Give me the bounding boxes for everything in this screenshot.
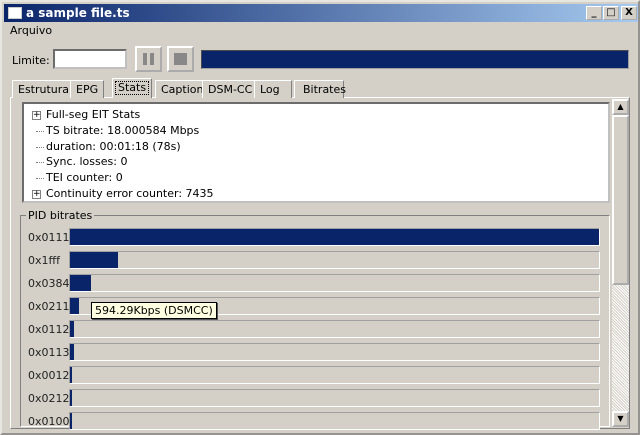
pid-label: 0x0012 [28, 369, 70, 382]
stats-tree-item[interactable]: TEI counter: 0 [30, 170, 608, 186]
pid-row: 0x1fff [28, 251, 600, 273]
stats-tree[interactable]: + Full-seg EIT Stats TS bitrate: 18.000584… [22, 102, 610, 203]
scroll-up-icon[interactable]: ▲ [612, 99, 629, 115]
stats-tree-item[interactable]: + Full-seg EIT Stats [30, 107, 608, 123]
minimize-button[interactable]: _ [586, 6, 602, 20]
stop-button[interactable] [167, 46, 194, 72]
pid-label: 0x0112 [28, 323, 70, 336]
expand-icon[interactable]: + [32, 111, 41, 120]
pid-bitrate-bar[interactable] [69, 320, 600, 338]
pid-bitrate-fill [70, 229, 599, 245]
pid-bitrate-fill [70, 275, 92, 291]
menu-arquivo[interactable]: Arquivo [10, 24, 52, 37]
scroll-down-icon[interactable]: ▼ [612, 411, 629, 427]
bitrate-tooltip: 594.29Kbps (DSMCC) [91, 302, 217, 319]
pid-row: 0x0100 [28, 412, 600, 434]
pid-bitrate-bar[interactable] [69, 274, 600, 292]
stats-tree-item[interactable]: duration: 00:01:18 (78s) [30, 139, 608, 155]
tab-log[interactable]: Log [254, 80, 292, 98]
stats-item-label: duration: 00:01:18 (78s) [46, 139, 181, 153]
pid-bitrate-bar[interactable] [69, 343, 600, 361]
window-title: a sample file.ts [26, 6, 130, 20]
stats-item-label: Sync. losses: 0 [46, 155, 128, 169]
app-window: a sample file.ts _ □ X Arquivo Limite: E… [0, 0, 640, 435]
stop-icon [174, 53, 187, 65]
pid-row: 0x0012 [28, 366, 600, 388]
pid-row: 0x0384 [28, 274, 600, 296]
maximize-button[interactable]: □ [603, 6, 619, 20]
limit-input[interactable] [53, 49, 127, 69]
tree-line-icon [36, 178, 44, 180]
stats-item-label: TS bitrate: 18.000584 Mbps [46, 123, 200, 137]
pid-bitrate-bar[interactable] [69, 228, 600, 246]
stats-tree-item[interactable]: Sync. losses: 0 [30, 154, 608, 170]
app-icon [8, 7, 22, 19]
close-button[interactable]: X [621, 6, 637, 20]
progress-bar [201, 50, 629, 69]
tab-bitrates[interactable]: Bitrates [294, 80, 346, 98]
vertical-scrollbar[interactable]: ▲ ▼ [612, 99, 629, 427]
pid-bitrate-fill [70, 367, 72, 383]
pause-button[interactable] [135, 46, 162, 72]
pid-bitrates-label: PID bitrates [26, 209, 95, 222]
pause-icon [143, 53, 147, 65]
pid-label: 0x0113 [28, 346, 70, 359]
pid-label: 0x1fff [28, 254, 60, 267]
pid-label: 0x0211 [28, 300, 70, 313]
pid-label: 0x0100 [28, 415, 70, 428]
stats-item-label: Full-seg EIT Stats [46, 108, 141, 121]
pid-bitrate-bar[interactable] [69, 412, 600, 430]
pid-label: 0x0212 [28, 392, 70, 405]
stats-tree-item[interactable]: + Continuity error counter: 7435 [30, 186, 608, 202]
pid-row: 0x0111 [28, 228, 600, 250]
pid-row: 0x0112 [28, 320, 600, 342]
pid-bitrate-bar[interactable] [69, 366, 600, 384]
pid-row: 0x0113 [28, 343, 600, 365]
pid-row: 0x0212 [28, 389, 600, 411]
pid-bitrate-bar[interactable] [69, 389, 600, 407]
tab-stats[interactable]: Stats [112, 78, 153, 98]
tab-epg[interactable]: EPG [70, 80, 105, 98]
tab-dsmcc[interactable]: DSM-CC [202, 80, 259, 98]
pid-bitrate-fill [70, 390, 72, 406]
tree-line-icon [36, 130, 44, 132]
stats-item-label: TEI counter: 0 [46, 171, 123, 185]
menu-bar: Arquivo [10, 24, 52, 37]
tree-line-icon [36, 162, 44, 164]
pid-label: 0x0384 [28, 277, 70, 290]
stats-item-label: Continuity error counter: 7435 [46, 186, 214, 200]
pid-bitrate-fill [70, 321, 75, 337]
tree-line-icon [36, 146, 44, 148]
title-bar: a sample file.ts [4, 4, 638, 22]
pid-label: 0x0111 [28, 231, 70, 244]
stats-tree-item[interactable]: TS bitrate: 18.000584 Mbps [30, 123, 608, 139]
pid-bitrate-fill [70, 344, 75, 360]
limit-label: Limite: [12, 54, 50, 67]
tab-estrutura[interactable]: Estrutura [12, 80, 76, 98]
pid-bitrate-fill [70, 252, 118, 268]
pid-bitrate-bar[interactable] [69, 251, 600, 269]
scroll-thumb[interactable] [612, 115, 629, 285]
pid-bitrate-fill [70, 413, 72, 429]
expand-icon[interactable]: + [32, 189, 41, 199]
pid-bitrate-fill [70, 298, 79, 314]
